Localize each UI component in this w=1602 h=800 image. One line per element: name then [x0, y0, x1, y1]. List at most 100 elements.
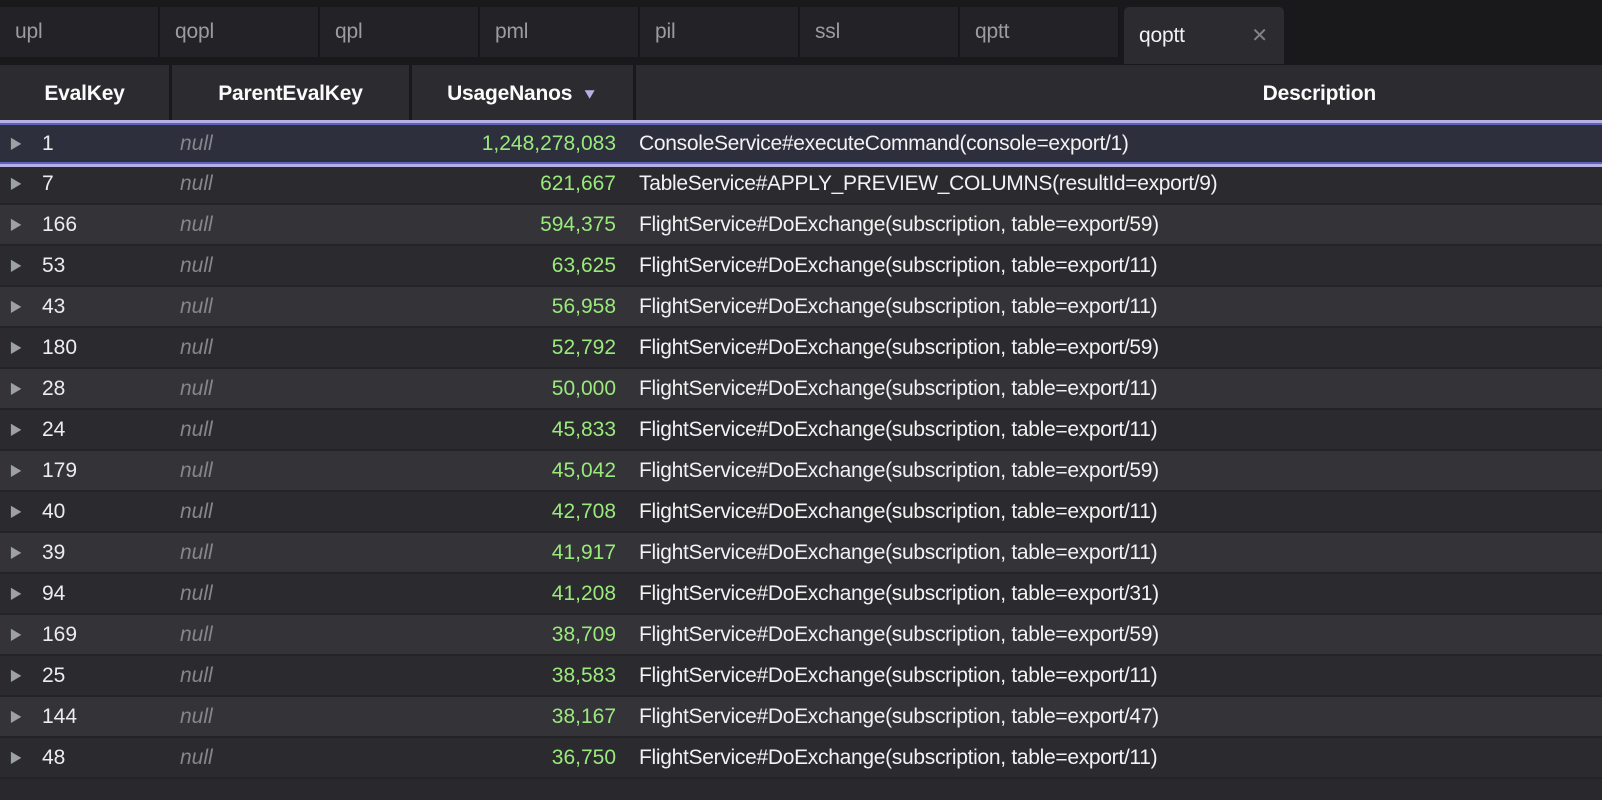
expand-arrow-icon[interactable]: ▶: [11, 545, 21, 561]
table-row[interactable]: ▶ 43 null 56,958 FlightService#DoExchang…: [0, 287, 1602, 328]
expander-cell: ▶: [0, 422, 42, 438]
expander-cell: ▶: [0, 176, 42, 192]
cell-evalkey: 179: [42, 459, 172, 483]
cell-evalkey: 48: [42, 746, 172, 770]
cell-description: FlightService#DoExchange(subscription, t…: [636, 254, 1602, 278]
tab-qptt[interactable]: qptt: [960, 7, 1120, 57]
cell-parentevalkey: null: [172, 582, 412, 606]
tab-label: pml: [495, 20, 528, 44]
cell-usagenanos: 63,625: [412, 254, 636, 278]
tab-qopl[interactable]: qopl: [160, 7, 320, 57]
cell-description: TableService#APPLY_PREVIEW_COLUMNS(resul…: [636, 172, 1602, 196]
expand-arrow-icon[interactable]: ▶: [11, 504, 21, 520]
cell-parentevalkey: null: [172, 459, 412, 483]
table-row[interactable]: ▶ 180 null 52,792 FlightService#DoExchan…: [0, 328, 1602, 369]
expand-arrow-icon[interactable]: ▶: [11, 709, 21, 725]
table-bottom-fill: [0, 779, 1602, 800]
table-row[interactable]: ▶ 53 null 63,625 FlightService#DoExchang…: [0, 246, 1602, 287]
close-tab-icon[interactable]: ✕: [1247, 24, 1272, 48]
cell-parentevalkey: null: [172, 746, 412, 770]
table-row[interactable]: ▶ 1 null 1,248,278,083 ConsoleService#ex…: [0, 123, 1602, 164]
table-row[interactable]: ▶ 179 null 45,042 FlightService#DoExchan…: [0, 451, 1602, 492]
expand-arrow-icon[interactable]: ▶: [11, 176, 21, 192]
expander-cell: ▶: [0, 709, 42, 725]
tab-label: ssl: [815, 20, 840, 44]
table-row[interactable]: ▶ 144 null 38,167 FlightService#DoExchan…: [0, 697, 1602, 738]
expander-cell: ▶: [0, 627, 42, 643]
cell-parentevalkey: null: [172, 664, 412, 688]
column-header-usagenanos[interactable]: UsageNanos ▼: [412, 65, 636, 123]
cell-evalkey: 1: [42, 132, 172, 156]
column-header-usagenanos-label: UsageNanos: [447, 82, 572, 106]
cell-evalkey: 28: [42, 377, 172, 401]
table-header: EvalKey ParentEvalKey UsageNanos ▼ Descr…: [0, 65, 1602, 123]
expand-arrow-icon[interactable]: ▶: [11, 299, 21, 315]
expand-arrow-icon[interactable]: ▶: [11, 258, 21, 274]
cell-parentevalkey: null: [172, 132, 412, 156]
cell-description: FlightService#DoExchange(subscription, t…: [636, 582, 1602, 606]
cell-evalkey: 7: [42, 172, 172, 196]
expand-arrow-icon[interactable]: ▶: [11, 340, 21, 356]
cell-parentevalkey: null: [172, 541, 412, 565]
expand-arrow-icon[interactable]: ▶: [11, 586, 21, 602]
expand-arrow-icon[interactable]: ▶: [11, 463, 21, 479]
cell-description: FlightService#DoExchange(subscription, t…: [636, 623, 1602, 647]
expand-arrow-icon[interactable]: ▶: [11, 217, 21, 233]
tab-pml[interactable]: pml: [480, 7, 640, 57]
expand-arrow-icon[interactable]: ▶: [11, 750, 21, 766]
table-row[interactable]: ▶ 48 null 36,750 FlightService#DoExchang…: [0, 738, 1602, 779]
expand-arrow-icon[interactable]: ▶: [11, 422, 21, 438]
cell-usagenanos: 42,708: [412, 500, 636, 524]
cell-parentevalkey: null: [172, 213, 412, 237]
cell-evalkey: 43: [42, 295, 172, 319]
column-header-parentevalkey[interactable]: ParentEvalKey: [172, 65, 412, 123]
tab-label: qopl: [175, 20, 214, 44]
cell-usagenanos: 45,833: [412, 418, 636, 442]
data-table: EvalKey ParentEvalKey UsageNanos ▼ Descr…: [0, 65, 1602, 800]
expander-cell: ▶: [0, 463, 42, 479]
cell-evalkey: 53: [42, 254, 172, 278]
column-header-evalkey[interactable]: EvalKey: [0, 65, 172, 123]
table-row[interactable]: ▶ 169 null 38,709 FlightService#DoExchan…: [0, 615, 1602, 656]
tab-qpl[interactable]: qpl: [320, 7, 480, 57]
expander-cell: ▶: [0, 750, 42, 766]
table-row[interactable]: ▶ 94 null 41,208 FlightService#DoExchang…: [0, 574, 1602, 615]
tab-label: pil: [655, 20, 675, 44]
tab-bar: upl qopl qpl pml pil ssl qptt qoptt ✕: [0, 0, 1602, 65]
cell-description: FlightService#DoExchange(subscription, t…: [636, 664, 1602, 688]
expand-arrow-icon[interactable]: ▶: [11, 627, 21, 643]
cell-usagenanos: 41,208: [412, 582, 636, 606]
tab-qoptt[interactable]: qoptt ✕: [1124, 7, 1284, 64]
cell-usagenanos: 36,750: [412, 746, 636, 770]
expand-arrow-icon[interactable]: ▶: [11, 381, 21, 397]
table-row[interactable]: ▶ 7 null 621,667 TableService#APPLY_PREV…: [0, 164, 1602, 205]
expander-cell: ▶: [0, 381, 42, 397]
column-header-description[interactable]: Description: [636, 65, 1602, 123]
table-row[interactable]: ▶ 39 null 41,917 FlightService#DoExchang…: [0, 533, 1602, 574]
table-row[interactable]: ▶ 28 null 50,000 FlightService#DoExchang…: [0, 369, 1602, 410]
tab-label: qptt: [975, 20, 1009, 44]
cell-description: FlightService#DoExchange(subscription, t…: [636, 377, 1602, 401]
cell-description: FlightService#DoExchange(subscription, t…: [636, 541, 1602, 565]
cell-description: FlightService#DoExchange(subscription, t…: [636, 418, 1602, 442]
expand-arrow-icon[interactable]: ▶: [11, 136, 21, 152]
table-row[interactable]: ▶ 24 null 45,833 FlightService#DoExchang…: [0, 410, 1602, 451]
cell-description: FlightService#DoExchange(subscription, t…: [636, 500, 1602, 524]
cell-description: FlightService#DoExchange(subscription, t…: [636, 295, 1602, 319]
expander-cell: ▶: [0, 504, 42, 520]
expander-cell: ▶: [0, 136, 42, 152]
cell-description: FlightService#DoExchange(subscription, t…: [636, 213, 1602, 237]
table-row[interactable]: ▶ 166 null 594,375 FlightService#DoExcha…: [0, 205, 1602, 246]
tab-upl[interactable]: upl: [0, 7, 160, 57]
expander-cell: ▶: [0, 217, 42, 233]
expand-arrow-icon[interactable]: ▶: [11, 668, 21, 684]
cell-usagenanos: 1,248,278,083: [412, 132, 636, 156]
table-row[interactable]: ▶ 25 null 38,583 FlightService#DoExchang…: [0, 656, 1602, 697]
table-row[interactable]: ▶ 40 null 42,708 FlightService#DoExchang…: [0, 492, 1602, 533]
cell-evalkey: 40: [42, 500, 172, 524]
tab-pil[interactable]: pil: [640, 7, 800, 57]
tab-ssl[interactable]: ssl: [800, 7, 960, 57]
cell-evalkey: 180: [42, 336, 172, 360]
cell-usagenanos: 621,667: [412, 172, 636, 196]
cell-evalkey: 24: [42, 418, 172, 442]
